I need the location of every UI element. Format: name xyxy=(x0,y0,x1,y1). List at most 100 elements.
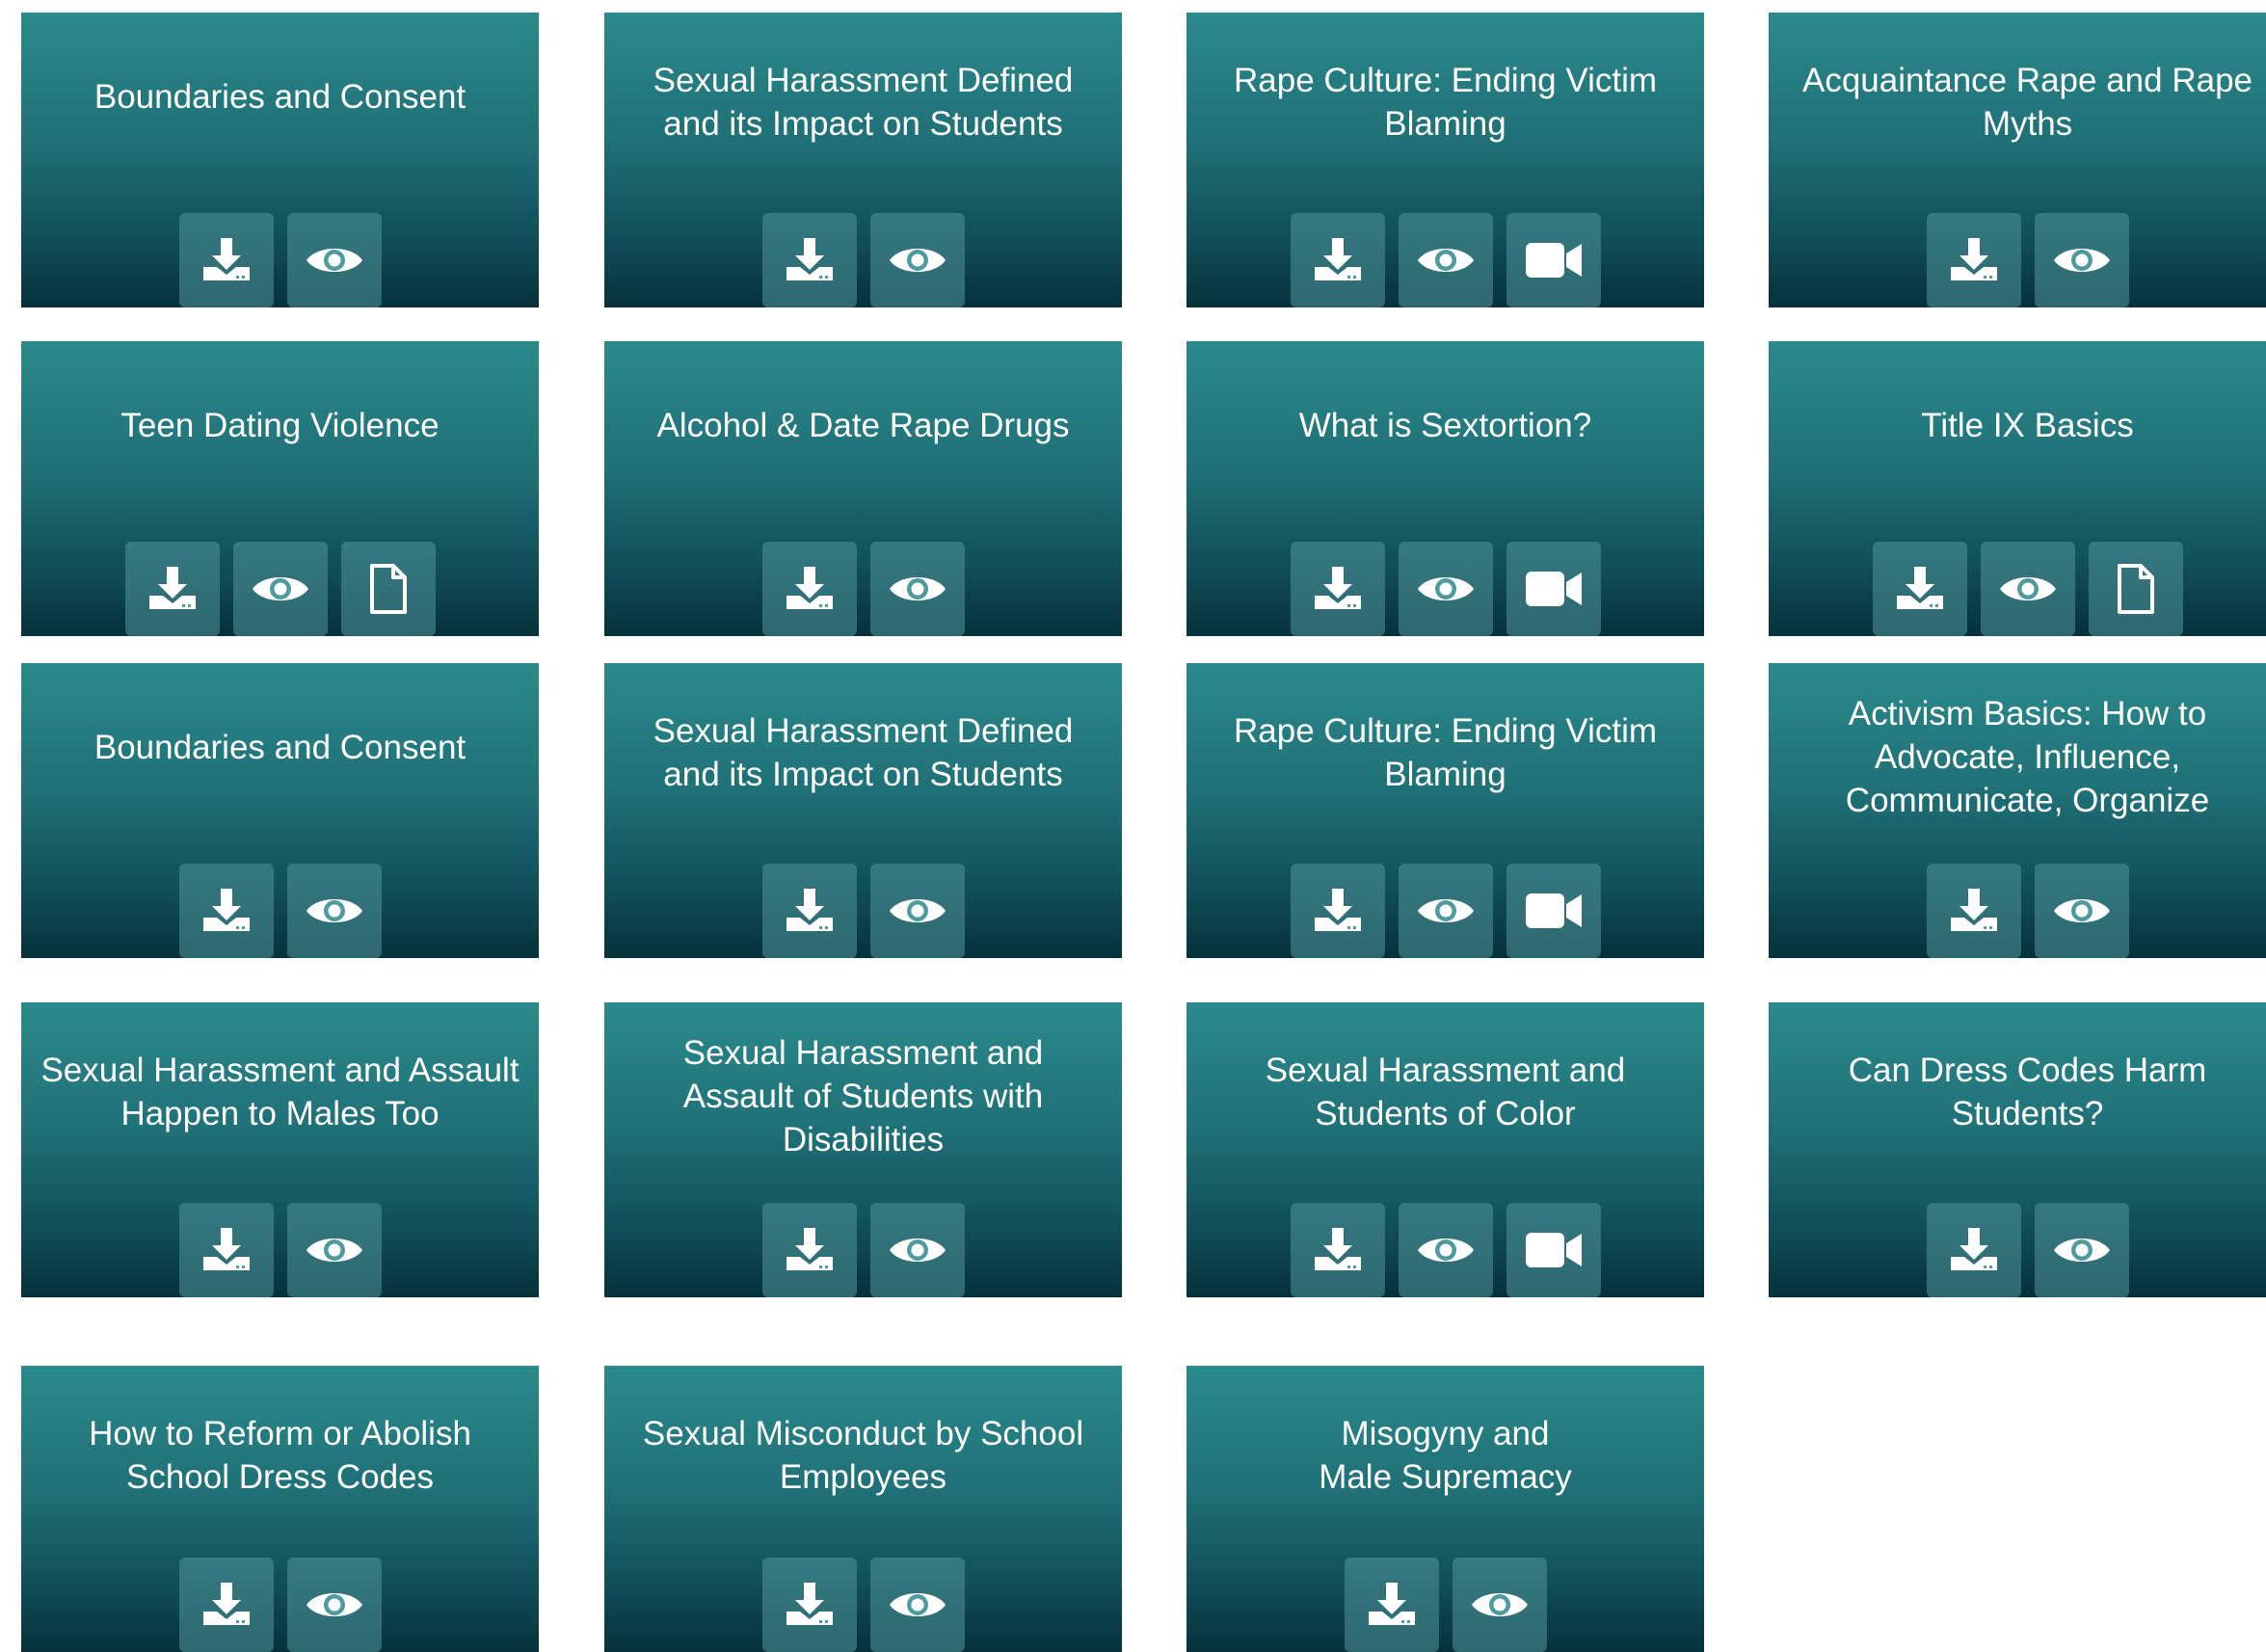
card-actions xyxy=(21,864,539,958)
download-button[interactable] xyxy=(1926,1203,2021,1297)
card-title: Activism Basics: How to Advocate, Influe… xyxy=(1845,695,2210,819)
download-icon xyxy=(1313,235,1363,285)
eye-button[interactable] xyxy=(869,213,965,307)
eye-icon xyxy=(305,1231,364,1269)
eye-button[interactable] xyxy=(1398,213,1493,307)
download-button[interactable] xyxy=(1290,864,1385,958)
resource-card: Misogyny and Male Supremacy xyxy=(1186,1366,1704,1652)
eye-icon xyxy=(888,1585,947,1624)
resource-card: Sexual Harassment and Assault Happen to … xyxy=(21,1002,539,1297)
eye-button[interactable] xyxy=(286,213,382,307)
download-icon xyxy=(785,1225,835,1275)
download-icon xyxy=(1949,1225,1999,1275)
card-actions xyxy=(1769,1203,2266,1297)
download-button[interactable] xyxy=(761,213,857,307)
card-title: Can Dress Codes Harm Students? xyxy=(1848,1052,2207,1132)
card-title: Sexual Harassment and Students of Color xyxy=(1265,1052,1626,1132)
download-icon xyxy=(201,886,252,936)
resource-card: Rape Culture: Ending Victim Blaming xyxy=(1186,13,1704,307)
download-icon xyxy=(785,235,835,285)
card-title: Alcohol & Date Rape Drugs xyxy=(656,407,1070,444)
eye-button[interactable] xyxy=(2034,213,2129,307)
download-button[interactable] xyxy=(1872,542,1967,636)
eye-button[interactable] xyxy=(286,864,382,958)
download-button[interactable] xyxy=(761,864,857,958)
eye-icon xyxy=(888,892,947,930)
download-icon xyxy=(1895,564,1945,614)
card-title: Boundaries and Consent xyxy=(93,78,467,116)
download-button[interactable] xyxy=(761,1203,857,1297)
download-icon xyxy=(201,1580,252,1630)
download-button[interactable] xyxy=(1290,1203,1385,1297)
eye-icon xyxy=(1416,241,1476,280)
download-icon xyxy=(1367,1580,1417,1630)
card-actions xyxy=(21,213,539,307)
card-title: Misogyny and Male Supremacy xyxy=(1319,1415,1572,1496)
card-actions xyxy=(1186,542,1704,636)
video-camera-button[interactable] xyxy=(1506,542,1601,636)
eye-button[interactable] xyxy=(2034,1203,2129,1297)
download-button[interactable] xyxy=(1926,864,2021,958)
download-button[interactable] xyxy=(761,542,857,636)
download-icon xyxy=(1313,886,1363,936)
download-button[interactable] xyxy=(178,864,274,958)
download-button[interactable] xyxy=(1290,542,1385,636)
eye-button[interactable] xyxy=(1398,542,1493,636)
eye-button[interactable] xyxy=(286,1203,382,1297)
eye-button[interactable] xyxy=(869,864,965,958)
video-camera-icon xyxy=(1524,568,1584,610)
download-icon xyxy=(201,235,252,285)
document-icon xyxy=(368,564,409,614)
resource-card: Can Dress Codes Harm Students? xyxy=(1769,1002,2266,1297)
download-button[interactable] xyxy=(1290,213,1385,307)
download-button[interactable] xyxy=(1926,213,2021,307)
eye-button[interactable] xyxy=(869,1558,965,1652)
card-title: Title IX Basics xyxy=(1921,407,2134,444)
download-button[interactable] xyxy=(178,1203,274,1297)
eye-button[interactable] xyxy=(1398,864,1493,958)
card-actions xyxy=(604,542,1122,636)
download-icon xyxy=(785,886,835,936)
eye-button[interactable] xyxy=(1980,542,2075,636)
download-button[interactable] xyxy=(761,1558,857,1652)
eye-button[interactable] xyxy=(286,1558,382,1652)
card-actions xyxy=(1186,213,1704,307)
document-button[interactable] xyxy=(2088,542,2183,636)
download-icon xyxy=(1313,564,1363,614)
resource-card: Alcohol & Date Rape Drugs xyxy=(604,341,1122,636)
download-button[interactable] xyxy=(178,213,274,307)
card-actions xyxy=(1186,864,1704,958)
video-camera-button[interactable] xyxy=(1506,864,1601,958)
eye-button[interactable] xyxy=(1398,1203,1493,1297)
download-button[interactable] xyxy=(178,1558,274,1652)
download-button[interactable] xyxy=(1344,1558,1439,1652)
eye-icon xyxy=(888,570,947,608)
document-button[interactable] xyxy=(340,542,436,636)
document-icon xyxy=(2116,564,2156,614)
eye-icon xyxy=(1416,1231,1476,1269)
eye-button[interactable] xyxy=(232,542,328,636)
eye-button[interactable] xyxy=(2034,864,2129,958)
video-camera-icon xyxy=(1524,1229,1584,1271)
card-title: Rape Culture: Ending Victim Blaming xyxy=(1233,62,1658,143)
resource-card: Title IX Basics xyxy=(1769,341,2266,636)
card-actions xyxy=(21,1558,539,1652)
eye-icon xyxy=(1416,570,1476,608)
card-actions xyxy=(1186,1558,1704,1652)
eye-icon xyxy=(888,1231,947,1269)
eye-button[interactable] xyxy=(869,1203,965,1297)
download-button[interactable] xyxy=(124,542,220,636)
eye-button[interactable] xyxy=(1452,1558,1547,1652)
resource-card: Boundaries and Consent xyxy=(21,13,539,307)
video-camera-button[interactable] xyxy=(1506,213,1601,307)
video-camera-button[interactable] xyxy=(1506,1203,1601,1297)
eye-button[interactable] xyxy=(869,542,965,636)
card-actions xyxy=(21,542,539,636)
eye-icon xyxy=(305,241,364,280)
card-actions xyxy=(604,1203,1122,1297)
eye-icon xyxy=(1470,1585,1530,1624)
card-actions xyxy=(604,213,1122,307)
download-icon xyxy=(147,564,198,614)
card-actions xyxy=(604,1558,1122,1652)
eye-icon xyxy=(2052,892,2112,930)
